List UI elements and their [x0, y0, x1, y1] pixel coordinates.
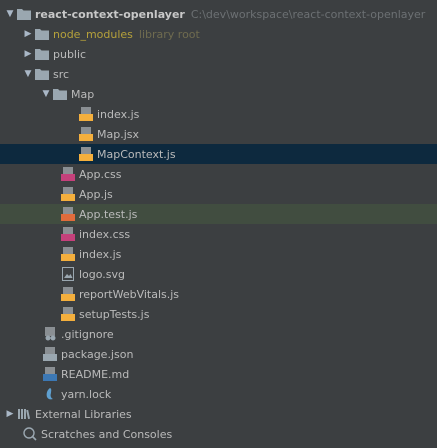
project-tree: ▼ react-context-openlayer C:\dev\workspa… [0, 0, 437, 448]
file-label: README.md [61, 367, 130, 381]
tree-row-map-jsx[interactable]: Map.jsx [0, 124, 437, 144]
tree-row-app-test-js[interactable]: App.test.js [0, 204, 437, 224]
folder-icon [16, 6, 32, 22]
css-file-icon [60, 226, 76, 242]
root-folder-path: C:\dev\workspace\react-context-openlayer [190, 7, 426, 21]
file-label: App.js [79, 187, 113, 201]
tree-row-index-css[interactable]: index.css [0, 224, 437, 244]
json-file-icon [42, 346, 58, 362]
js-file-icon [60, 286, 76, 302]
public-label: public [53, 47, 87, 61]
tree-row-app-css[interactable]: App.css [0, 164, 437, 184]
root-folder-name: react-context-openlayer [35, 7, 185, 21]
external-libraries-label: External Libraries [35, 407, 132, 421]
markdown-file-icon [42, 366, 58, 382]
tree-row-scratches[interactable]: Scratches and Consoles [0, 424, 437, 444]
tree-row-report-web-vitals-js[interactable]: reportWebVitals.js [0, 284, 437, 304]
tree-row-public[interactable]: ▶ public [0, 44, 437, 64]
tree-row-readme-md[interactable]: README.md [0, 364, 437, 384]
folder-icon [34, 46, 50, 62]
git-ignore-icon [42, 326, 58, 342]
file-label: MapContext.js [97, 147, 176, 161]
library-root-hint: library root [138, 27, 200, 41]
library-icon [16, 406, 32, 422]
node-modules-label: node_modules [53, 27, 133, 41]
file-label: package.json [61, 347, 134, 361]
tree-row-index-js[interactable]: index.js [0, 244, 437, 264]
image-file-icon [60, 266, 76, 282]
js-file-icon [60, 246, 76, 262]
file-label: .gitignore [61, 327, 114, 341]
map-folder-label: Map [71, 87, 95, 101]
js-file-icon [60, 306, 76, 322]
tree-row-node-modules[interactable]: ▶ node_modules library root [0, 24, 437, 44]
js-file-icon [78, 146, 94, 162]
chevron-down-icon[interactable]: ▼ [4, 4, 16, 24]
file-label: logo.svg [79, 267, 126, 281]
src-label: src [53, 67, 70, 81]
tree-row-package-json[interactable]: package.json [0, 344, 437, 364]
tree-row-src[interactable]: ▼ src [0, 64, 437, 84]
tree-row-gitignore[interactable]: .gitignore [0, 324, 437, 344]
tree-row-map-index-js[interactable]: index.js [0, 104, 437, 124]
chevron-right-icon[interactable]: ▶ [22, 24, 34, 44]
js-file-icon [78, 106, 94, 122]
file-label: index.css [79, 227, 131, 241]
chevron-down-icon[interactable]: ▼ [22, 64, 34, 84]
tree-row-map-context-js[interactable]: MapContext.js [0, 144, 437, 164]
chevron-down-icon[interactable]: ▼ [40, 84, 52, 104]
folder-icon [34, 26, 50, 42]
tree-row-logo-svg[interactable]: logo.svg [0, 264, 437, 284]
tree-row-setup-tests-js[interactable]: setupTests.js [0, 304, 437, 324]
file-label: reportWebVitals.js [79, 287, 180, 301]
file-label: yarn.lock [61, 387, 112, 401]
file-label: App.css [79, 167, 122, 181]
test-file-icon [60, 206, 76, 222]
tree-row-app-js[interactable]: App.js [0, 184, 437, 204]
tree-row-root[interactable]: ▼ react-context-openlayer C:\dev\workspa… [0, 4, 437, 24]
file-label: index.js [79, 247, 122, 261]
file-label: index.js [97, 107, 140, 121]
css-file-icon [60, 166, 76, 182]
tree-row-external-libraries[interactable]: ▶ External Libraries [0, 404, 437, 424]
scratches-icon [22, 426, 38, 442]
scratches-label: Scratches and Consoles [41, 427, 173, 441]
file-label: Map.jsx [97, 127, 140, 141]
tree-row-map-folder[interactable]: ▼ Map [0, 84, 437, 104]
tree-row-yarn-lock[interactable]: yarn.lock [0, 384, 437, 404]
source-folder-icon [34, 66, 50, 82]
file-label: App.test.js [79, 207, 138, 221]
js-file-icon [60, 186, 76, 202]
file-label: setupTests.js [79, 307, 150, 321]
folder-icon [52, 86, 68, 102]
chevron-right-icon[interactable]: ▶ [4, 404, 16, 424]
yarn-icon [42, 386, 58, 402]
chevron-right-icon[interactable]: ▶ [22, 44, 34, 64]
jsx-file-icon [78, 126, 94, 142]
